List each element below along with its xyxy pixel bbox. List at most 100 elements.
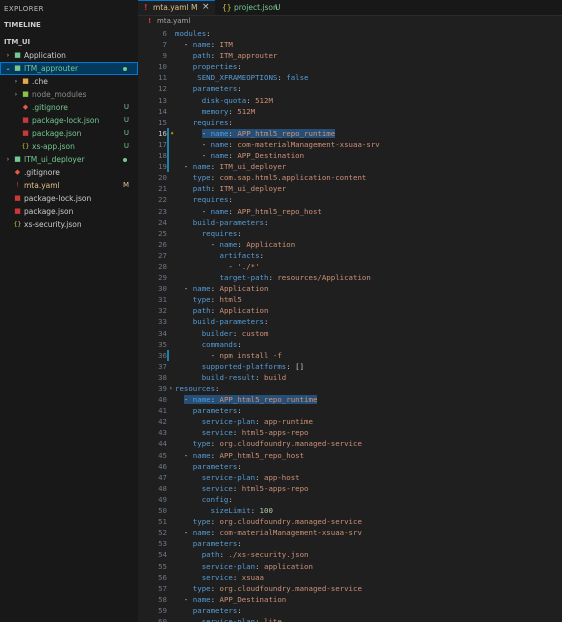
tree-item-label: Application — [24, 51, 66, 60]
tree-item[interactable]: › ■ .che — [0, 75, 138, 88]
code-token: : — [237, 339, 242, 349]
tree-item-label: xs-security.json — [24, 220, 82, 229]
code-token: commands — [201, 339, 238, 349]
code-line: 24 build-parameters: — [138, 217, 562, 228]
code-token: com-materialManagement-xsuaa-srv — [219, 528, 362, 538]
code-token: 512M — [255, 95, 273, 105]
project-section-header[interactable]: ITM_UI — [0, 35, 138, 49]
tree-item[interactable]: ◆ .gitignore U — [0, 101, 138, 114]
timeline-section-header[interactable]: TIMELINE — [0, 18, 138, 32]
code-token: lite — [264, 616, 282, 622]
tree-item[interactable]: ■ package.json — [0, 205, 138, 218]
line-number: 13 — [158, 95, 167, 105]
line-number: 37 — [158, 361, 167, 371]
code-line: 14 memory: 512M — [138, 106, 562, 117]
close-icon[interactable]: × — [202, 1, 210, 14]
code-token: service — [201, 428, 233, 438]
tree-item[interactable]: ◆ .gitignore — [0, 166, 138, 179]
code-token: : — [255, 472, 264, 482]
tree-item-label: package-lock.json — [24, 194, 92, 203]
code-token: : — [210, 594, 220, 604]
code-line: 33 build-parameters: — [138, 316, 562, 327]
code-token: : — [228, 195, 233, 205]
code-token: build — [264, 372, 287, 382]
chevron-down-icon[interactable]: ⌄ — [4, 62, 12, 75]
line-number: 46 — [158, 461, 167, 471]
tree-item-label: .gitignore — [32, 103, 68, 112]
code-text: path: ITM_approuter — [193, 50, 278, 61]
line-number: 51 — [158, 517, 167, 527]
modified-line-marker[interactable] — [167, 127, 169, 139]
modified-line-marker[interactable] — [167, 138, 169, 151]
code-line: 60 service-plan: lite — [138, 616, 562, 622]
tree-item[interactable]: › ■ node_modules — [0, 88, 138, 101]
tree-item-label: mta.yaml — [24, 181, 60, 190]
code-token: path — [192, 51, 211, 61]
code-line: 42 service-plan: app-runtime — [138, 416, 562, 427]
code-token: - — [183, 40, 193, 50]
code-token: 512M — [237, 106, 256, 116]
line-number: 59 — [158, 605, 167, 615]
tree-item[interactable]: ■ package.json U — [0, 127, 138, 140]
chevron-right-icon[interactable]: › — [4, 49, 12, 62]
code-line: 7 - name: ITM — [138, 39, 562, 50]
modified-line-marker[interactable] — [167, 150, 169, 162]
breadcrumb[interactable]: ! mta.yaml — [138, 16, 562, 27]
code-token: - — [201, 139, 211, 149]
code-token: APP_html5_repo_host — [237, 206, 322, 216]
tree-item[interactable]: {} xs-security.json — [0, 218, 138, 231]
folder-icon: ■ — [14, 155, 21, 163]
editor-area: ! mta.yaml M × {} project.json U ! mta.y… — [138, 0, 562, 622]
modified-line-marker[interactable] — [167, 161, 169, 173]
tab-mta-yaml[interactable]: ! mta.yaml M × — [138, 0, 215, 15]
tree-item-label: package.json — [32, 129, 82, 138]
breadcrumb-file[interactable]: mta.yaml — [157, 16, 190, 27]
code-line: 13 disk-quota: 512M — [138, 95, 562, 106]
chevron-right-icon[interactable]: › — [169, 383, 173, 394]
code-token: : [] — [286, 361, 305, 371]
line-number: 15 — [158, 117, 167, 127]
code-line: 9 path: ITM_approuter — [138, 50, 562, 61]
chevron-right-icon[interactable]: › — [12, 75, 20, 88]
code-token: resources — [175, 384, 216, 393]
code-token: Application — [219, 284, 269, 294]
code-line: 37 supported-platforms: [] — [138, 361, 562, 372]
code-editor[interactable]: 6 modules: 7 - name: ITM 9 path: ITM_approute… — [138, 28, 562, 622]
code-token: name — [192, 162, 211, 172]
code-text: service-plan: app-runtime — [202, 416, 313, 427]
line-number: 32 — [158, 306, 167, 316]
code-token: : — [237, 539, 242, 549]
chevron-right-icon[interactable]: › — [4, 153, 12, 166]
tree-item[interactable]: › ■ Application — [0, 49, 138, 62]
code-token: APP_html5_repo_runtime — [219, 395, 318, 405]
tree-item[interactable]: ! mta.yaml M — [0, 179, 138, 192]
code-token: type — [192, 173, 211, 183]
code-token: ITM_ui_deployer — [219, 184, 287, 194]
code-line: 54 path: ./xs-security.json — [138, 549, 562, 560]
git-icon: ◆ — [22, 103, 29, 111]
line-number: 6 — [162, 29, 167, 38]
tree-item[interactable]: {} xs-app.json U — [0, 140, 138, 153]
chevron-right-icon[interactable]: › — [12, 88, 20, 101]
tree-item[interactable]: ■ package-lock.json — [0, 192, 138, 205]
code-text: - npm install -f — [211, 350, 282, 361]
tab-project-json[interactable]: {} project.json U — [215, 0, 285, 15]
git-status-badge: U — [123, 116, 129, 124]
code-line: 51 type: org.cloudfoundry.managed-service — [138, 516, 562, 527]
code-token: html5-apps-repo — [241, 483, 309, 493]
code-line: 40 - name: APP_html5_repo_runtime — [138, 394, 562, 405]
tree-item[interactable]: ⌄ ■ ITM_approuter — [0, 62, 138, 75]
tree-item[interactable]: › ■ ITM_ui_deployer — [0, 153, 138, 166]
code-token: : — [228, 151, 238, 161]
tree-item[interactable]: ■ package-lock.json U — [0, 114, 138, 127]
code-token: modules — [175, 29, 207, 38]
code-line: 35 commands: — [138, 339, 562, 350]
code-token: : — [228, 117, 233, 127]
code-text: config: — [202, 494, 233, 505]
code-line: 30 - name: Application — [138, 283, 562, 294]
code-token: - — [201, 128, 211, 138]
modified-line-marker[interactable] — [167, 349, 169, 361]
yaml-icon: ! — [144, 3, 148, 12]
code-token: Application — [246, 239, 296, 249]
lightbulb-icon[interactable]: ✦ — [170, 128, 174, 139]
